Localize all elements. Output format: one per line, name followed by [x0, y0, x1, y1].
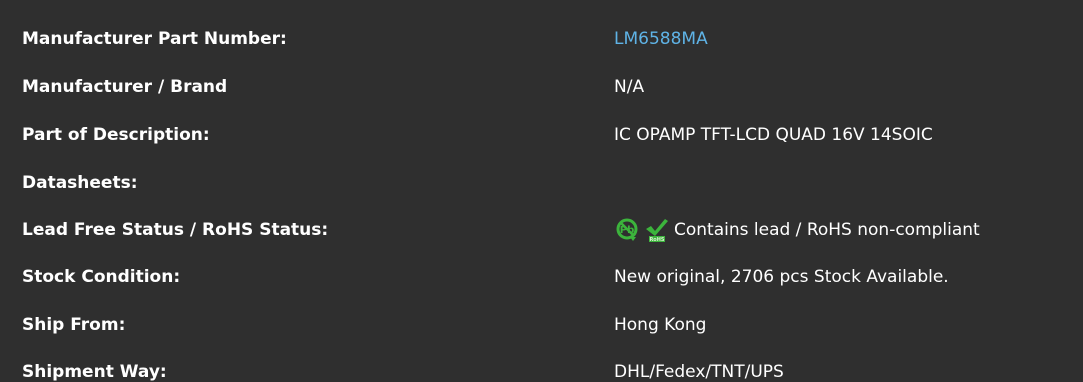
manufacturer-label: Manufacturer / Brand — [22, 77, 228, 97]
spec-row-rohs: Lead Free Status / RoHS Status: Pb RoHS … — [0, 208, 1083, 252]
spec-row-shipment-way: Shipment Way: DHL/Fedex/TNT/UPS — [0, 350, 1083, 382]
stock-value: New original, 2706 pcs Stock Available. — [614, 267, 949, 287]
rohs-check-icon: RoHS — [646, 219, 668, 243]
ship-from-value: Hong Kong — [614, 315, 707, 335]
spec-row-manufacturer: Manufacturer / Brand N/A — [0, 65, 1083, 109]
part-number-link[interactable]: LM6588MA — [614, 29, 708, 49]
datasheets-label: Datasheets: — [22, 173, 138, 193]
rohs-value: Pb RoHS Contains lead / RoHS non-complia… — [614, 217, 980, 243]
shipment-way-label: Shipment Way: — [22, 362, 167, 382]
shipment-way-value: DHL/Fedex/TNT/UPS — [614, 362, 784, 382]
lead-free-icon: Pb — [616, 218, 638, 241]
part-number-label: Manufacturer Part Number: — [22, 29, 287, 49]
spec-row-part-number: Manufacturer Part Number: LM6588MA — [0, 17, 1083, 61]
spec-row-ship-from: Ship From: Hong Kong — [0, 303, 1083, 347]
stock-label: Stock Condition: — [22, 267, 181, 287]
manufacturer-value: N/A — [614, 77, 645, 97]
spec-row-stock: Stock Condition: New original, 2706 pcs … — [0, 255, 1083, 299]
spec-row-datasheets: Datasheets: — [0, 161, 1083, 205]
part-number-value: LM6588MA — [614, 29, 708, 49]
spec-row-description: Part of Description: IC OPAMP TFT-LCD QU… — [0, 113, 1083, 157]
rohs-icon-text: RoHS — [649, 237, 664, 243]
rohs-label: Lead Free Status / RoHS Status: — [22, 220, 329, 240]
ship-from-label: Ship From: — [22, 315, 126, 335]
description-label: Part of Description: — [22, 125, 210, 145]
description-value: IC OPAMP TFT-LCD QUAD 16V 14SOIC — [614, 125, 933, 145]
rohs-status-text: Contains lead / RoHS non-compliant — [674, 220, 980, 240]
